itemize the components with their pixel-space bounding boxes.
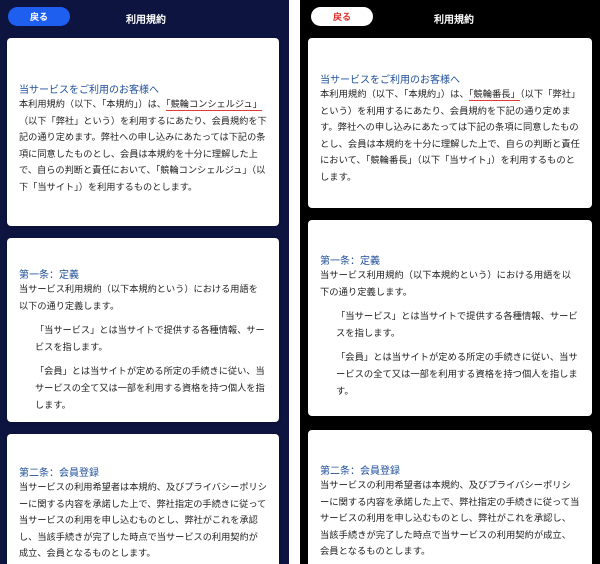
article2-text: 当サービスの利用希望者は本規約、及びプライバシーポリシーに関する内容を承諾した上… xyxy=(19,482,267,560)
article1-text: 当サービス利用規約（以下本規約という）における用語を以下の通り定義します。 xyxy=(320,270,572,298)
article1-card: 第一条：定義 当サービス利用規約（以下本規約という）における用語を以下の通り定義… xyxy=(7,238,279,422)
site-name-highlight: 「競輪コンシェルジュ」 xyxy=(166,99,262,110)
article1-heading: 第一条：定義 xyxy=(19,270,79,281)
intro-card: 当サービスをご利用のお客様へ 本利用規約（以下、「本規約」）は、「競輪番長」（以… xyxy=(308,38,592,208)
intro-heading: 当サービスをご利用のお客様へ xyxy=(19,85,159,96)
article1-heading: 第一条：定義 xyxy=(320,256,380,267)
site-name-highlight: 「競輪番長」 xyxy=(468,89,520,100)
definition-item: 「会員」とは当サイトが定める所定の手続きに従い、当サービスの全て又は一部を利用す… xyxy=(35,366,265,411)
article2-text: 当サービスの利用希望者は本規約、及びプライバシーポリシーに関する内容を承諾した上… xyxy=(320,480,580,558)
header-bar: 戻る 利用規約 xyxy=(0,0,289,34)
definition-item: 「会員」とは当サイトが定める所定の手続きに従い、当サービスの全て又は一部を利用す… xyxy=(336,352,578,397)
intro-heading: 当サービスをご利用のお客様へ xyxy=(320,75,460,86)
page-title: 利用規約 xyxy=(126,15,166,26)
article1-text: 当サービス利用規約（以下本規約という）における用語を以下の通り定義します。 xyxy=(19,284,258,312)
panel-divider xyxy=(289,0,300,564)
definition-item: 「当サービス」とは当サイトで提供する各種情報、サービスを指します。 xyxy=(35,325,265,353)
article2-card: 第二条：会員登録 当サービスの利用希望者は本規約、及びプライバシーポリシーに関す… xyxy=(308,430,592,564)
page-title: 利用規約 xyxy=(434,15,474,26)
article1-card: 第一条：定義 当サービス利用規約（以下本規約という）における用語を以下の通り定義… xyxy=(308,220,592,416)
article2-heading: 第二条：会員登録 xyxy=(19,468,99,479)
back-button[interactable]: 戻る xyxy=(8,7,70,26)
intro-text: 本利用規約（以下、「本規約」）は、「競輪番長」（以下「弊社」という）を利用するに… xyxy=(320,89,580,183)
left-screen: 戻る 利用規約 当サービスをご利用のお客様へ 本利用規約（以下、「本規約」）は、… xyxy=(0,0,289,564)
definition-item: 「当サービス」とは当サイトで提供する各種情報、サービスを指します。 xyxy=(336,311,578,339)
intro-card: 当サービスをご利用のお客様へ 本利用規約（以下、「本規約」）は、「競輪コンシェル… xyxy=(7,38,279,226)
back-button[interactable]: 戻る xyxy=(311,7,373,26)
right-screen: 戻る 利用規約 当サービスをご利用のお客様へ 本利用規約（以下、「本規約」）は、… xyxy=(300,0,600,564)
article2-heading: 第二条：会員登録 xyxy=(320,466,400,477)
header-bar: 戻る 利用規約 xyxy=(300,0,600,34)
article2-card: 第二条：会員登録 当サービスの利用希望者は本規約、及びプライバシーポリシーに関す… xyxy=(7,434,279,564)
intro-text: 本利用規約（以下、「本規約」）は、「競輪コンシェルジュ」（以下「弊社」という）を… xyxy=(19,99,267,193)
